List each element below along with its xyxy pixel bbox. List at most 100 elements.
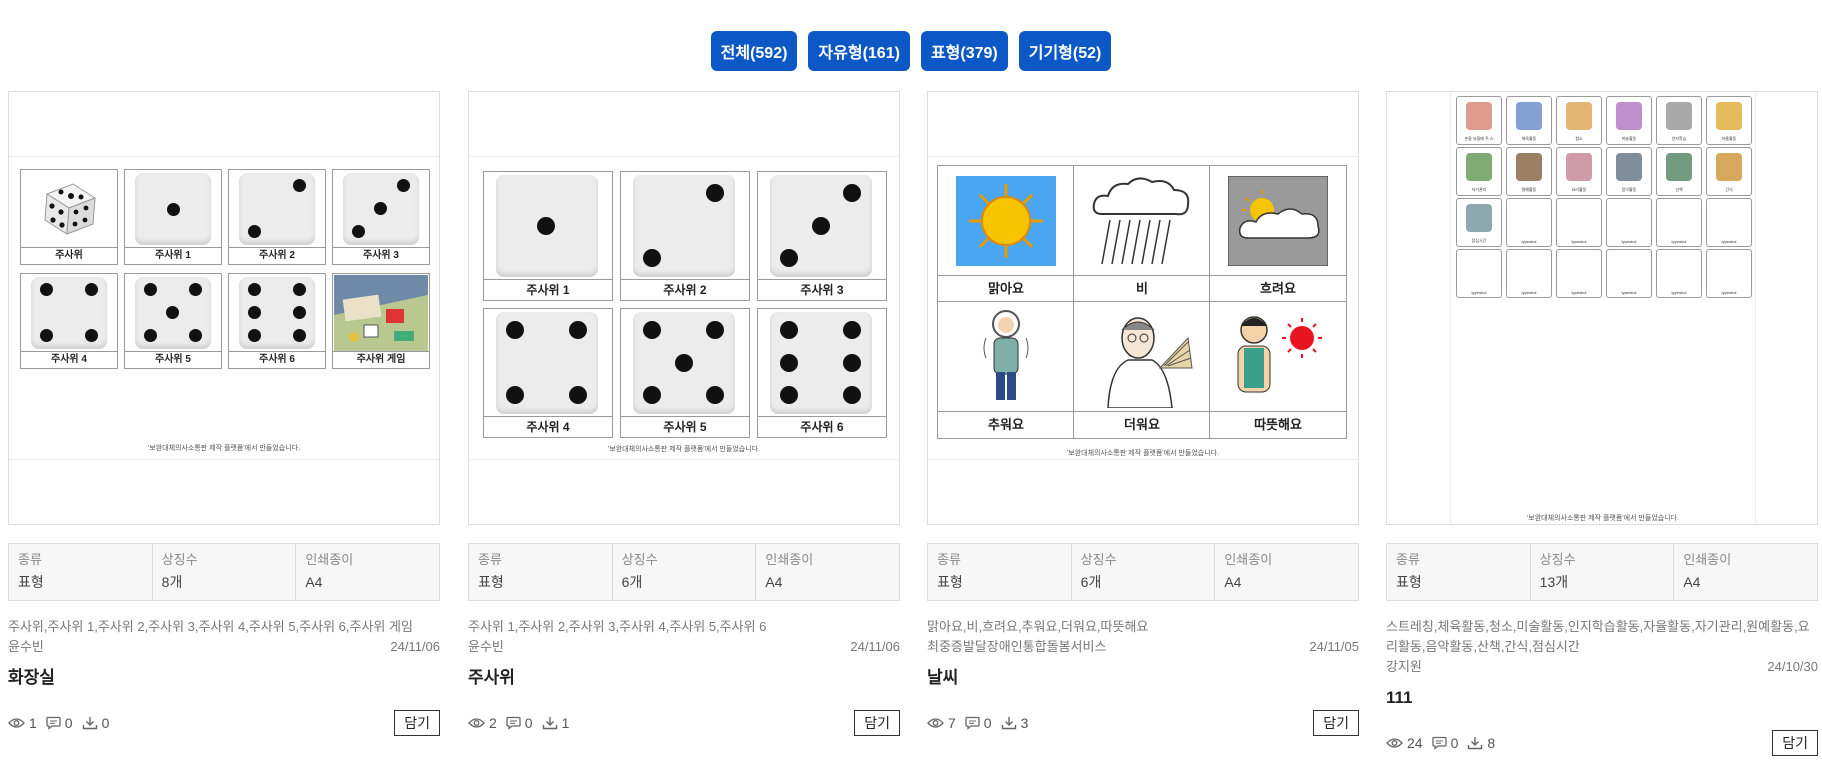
symbol-label: 요리활동 [1571, 187, 1587, 192]
symbol-cell: typesbol [1656, 249, 1702, 298]
card-title[interactable]: 화장실 [8, 667, 440, 689]
symbol-picture [1466, 204, 1492, 232]
symbols-value: 6개 [1080, 574, 1102, 590]
board-thumbnail[interactable]: '보완대체의사소통판 제작 플랫폼'에서 만들었습니다. 손을 씻을때 주 스 체… [1386, 91, 1818, 525]
symbol-label: typesbol [1571, 290, 1587, 295]
symbol-cell: 주사위 1 [124, 169, 222, 265]
symbol-cell: typesbol [1456, 249, 1502, 298]
symbol-cell: 주사위 6 [228, 273, 326, 369]
eye-icon [8, 718, 25, 728]
card-title[interactable]: 주사위 [468, 667, 900, 689]
symbol-label: 미술활동 [1621, 136, 1637, 141]
paper-label: 인쇄종이 [1683, 552, 1732, 567]
symbol-cell: 주사위 6 [757, 308, 887, 438]
symbol-label: 청소 [1575, 136, 1583, 141]
card-title[interactable]: 날씨 [927, 667, 1359, 689]
views-count: 7 [948, 715, 956, 731]
board-card[interactable]: 맑아요 비 흐려요 추워요 더워요 따뜻해요 '보완대체의사소통판 제작 플랫폼… [927, 91, 1359, 737]
views-count: 1 [29, 715, 37, 731]
symbol-label: 자율활동 [1721, 136, 1737, 141]
type-value: 표형 [937, 574, 963, 590]
type-value: 표형 [18, 574, 44, 590]
type-label: 종류 [478, 552, 502, 567]
symbol-cell: 주사위 4 [483, 308, 613, 438]
downloads-count: 0 [101, 715, 110, 731]
board-card[interactable]: '보완대체의사소통판 제작 플랫폼'에서 만들었습니다. 손을 씻을때 주 스 체… [1386, 91, 1818, 757]
symbol-label: 주사위 5 [621, 416, 749, 437]
symbol-label: 자기관리 [1471, 187, 1487, 192]
card-title[interactable]: 111 [1386, 687, 1818, 709]
comment-icon [1431, 736, 1447, 750]
date-text: 24/10/30 [1767, 659, 1818, 674]
symbol-cell: typesbol [1506, 249, 1552, 298]
symbol-label: 주사위 2 [621, 279, 749, 300]
symbol-label: typesbol [1571, 239, 1587, 244]
paper-value: A4 [1683, 574, 1701, 590]
board-thumbnail[interactable]: 주사위 주사위 1 주사위 2 주사위 3 주사위 4 주사위 5 주사위 6 … [8, 91, 440, 525]
save-button[interactable]: 담기 [1772, 730, 1818, 756]
symbol-label: typesbol [1721, 239, 1737, 244]
board-thumbnail[interactable]: 주사위 1 주사위 2 주사위 3 주사위 4 주사위 5 주사위 6 '보완대… [468, 91, 900, 525]
downloads-count: 3 [1020, 715, 1029, 731]
symbol-picture [1566, 153, 1592, 181]
symbol-cell: 따뜻해요 [1209, 301, 1347, 439]
symbol-cell: 음악활동 [1606, 147, 1652, 196]
symbol-cell: 주사위 2 [620, 171, 750, 301]
symbol-label: 주사위 6 [229, 351, 325, 368]
symbol-cell: 손을 씻을때 주 스 [1456, 96, 1502, 145]
symbols-label: 상징수 [1080, 552, 1117, 567]
save-button[interactable]: 담기 [854, 710, 900, 736]
comments-count: 0 [64, 715, 73, 731]
symbol-picture [1616, 102, 1642, 130]
save-button[interactable]: 담기 [394, 710, 440, 736]
author-name: 윤수빈 [468, 639, 504, 654]
symbol-picture [1716, 102, 1742, 130]
symbol-cell: typesbol [1556, 249, 1602, 298]
symbol-picture [1516, 102, 1542, 130]
board-card[interactable]: 주사위 주사위 1 주사위 2 주사위 3 주사위 4 주사위 5 주사위 6 … [8, 91, 440, 737]
paper-value: A4 [305, 574, 323, 590]
board-thumbnail[interactable]: 맑아요 비 흐려요 추워요 더워요 따뜻해요 '보완대체의사소통판 제작 플랫폼… [927, 91, 1359, 525]
board-meta: 종류 표형 상징수 6개 인쇄종이 A4 [927, 543, 1359, 601]
symbol-cell: 주사위 3 [332, 169, 430, 265]
author-name: 강지원 [1386, 659, 1422, 674]
symbol-picture [1466, 153, 1492, 181]
save-button[interactable]: 담기 [1313, 710, 1359, 736]
symbol-label: 주사위 2 [229, 247, 325, 264]
symbol-label: typesbol [1521, 290, 1537, 295]
warm-person-icon [1237, 316, 1322, 393]
filter-table-button[interactable]: 표형(379) [920, 31, 1008, 71]
symbol-label: 주사위 게임 [333, 351, 429, 368]
symbols-value: 13개 [1539, 574, 1569, 590]
eye-icon [1386, 738, 1403, 748]
symbols-label: 상징수 [161, 552, 198, 567]
symbol-cell: 체육활동 [1506, 96, 1552, 145]
symbol-picture [1616, 153, 1642, 181]
symbol-cell: 요리활동 [1556, 147, 1602, 196]
type-label: 종류 [937, 552, 961, 567]
dice-3d-icon [44, 183, 97, 235]
symbol-label: 인지학습 [1671, 136, 1687, 141]
cloudy-icon [1228, 176, 1328, 266]
rain-icon [1092, 177, 1190, 265]
symbols-label: 상징수 [1539, 552, 1576, 567]
tags-text: 주사위,주사위 1,주사위 2,주사위 3,주사위 4,주사위 5,주사위 6,… [8, 619, 413, 634]
paper-label: 인쇄종이 [1224, 552, 1273, 567]
tags-text: 주사위 1,주사위 2,주사위 3,주사위 4,주사위 5,주사위 6 [468, 619, 767, 634]
symbol-label: 주사위 6 [758, 416, 886, 437]
symbol-cell: 주사위 1 [483, 171, 613, 301]
symbol-cell: typesbol [1606, 249, 1652, 298]
symbol-label: 주사위 3 [758, 279, 886, 300]
eye-icon [468, 718, 485, 728]
symbol-label: typesbol [1671, 290, 1687, 295]
symbol-cell: typesbol [1706, 249, 1752, 298]
filter-free-button[interactable]: 자유형(161) [808, 31, 910, 71]
comments-count: 0 [983, 715, 992, 731]
filter-device-button[interactable]: 기기형(52) [1018, 31, 1112, 71]
board-card[interactable]: 주사위 1 주사위 2 주사위 3 주사위 4 주사위 5 주사위 6 '보완대… [468, 91, 900, 737]
download-icon [542, 717, 557, 730]
symbol-label: 손을 씻을때 주 스 [1464, 136, 1494, 141]
symbol-label: 주사위 4 [21, 351, 117, 368]
symbol-cell: 주사위 게임 [332, 273, 430, 369]
filter-all-button[interactable]: 전체(592) [710, 31, 798, 71]
